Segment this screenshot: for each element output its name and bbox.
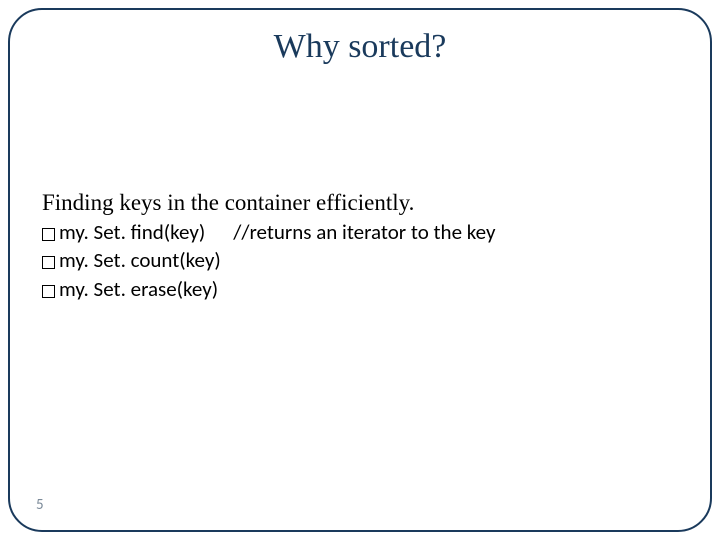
- bullet-icon: [42, 256, 55, 269]
- api-call: my. Set. count(key): [59, 246, 221, 274]
- lead-text: Finding keys in the container efficientl…: [42, 190, 678, 216]
- slide: Why sorted? Finding keys in the containe…: [0, 0, 720, 540]
- list-item: my. Set. erase(key): [42, 275, 678, 303]
- bullet-icon: [42, 285, 55, 298]
- api-comment: //returns an iterator to the key: [233, 218, 495, 246]
- slide-body: Finding keys in the container efficientl…: [42, 190, 678, 303]
- list-item: my. Set. find(key) //returns an iterator…: [42, 218, 678, 246]
- page-number: 5: [36, 496, 44, 514]
- slide-title: Why sorted?: [0, 28, 720, 66]
- bullet-icon: [42, 228, 55, 241]
- api-call: my. Set. find(key): [59, 218, 205, 246]
- api-call: my. Set. erase(key): [59, 275, 218, 303]
- list-item: my. Set. count(key): [42, 246, 678, 274]
